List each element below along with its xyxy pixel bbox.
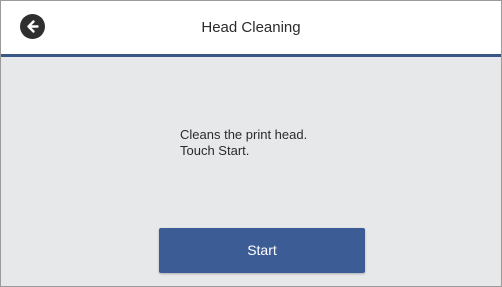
page-title: Head Cleaning xyxy=(201,19,301,36)
instruction-message: Cleans the print head. Touch Start. xyxy=(180,127,307,159)
instruction-line-1: Cleans the print head. xyxy=(180,127,308,142)
main-content: Cleans the print head. Touch Start. Star… xyxy=(1,57,501,286)
printer-panel-screen: Head Cleaning Cleans the print head. Tou… xyxy=(0,0,502,287)
instruction-line-2: Touch Start. xyxy=(180,143,250,158)
header-bar: Head Cleaning xyxy=(1,1,501,57)
start-button[interactable]: Start xyxy=(159,228,365,273)
arrow-left-circle-icon xyxy=(27,20,39,33)
back-button[interactable] xyxy=(20,14,45,39)
